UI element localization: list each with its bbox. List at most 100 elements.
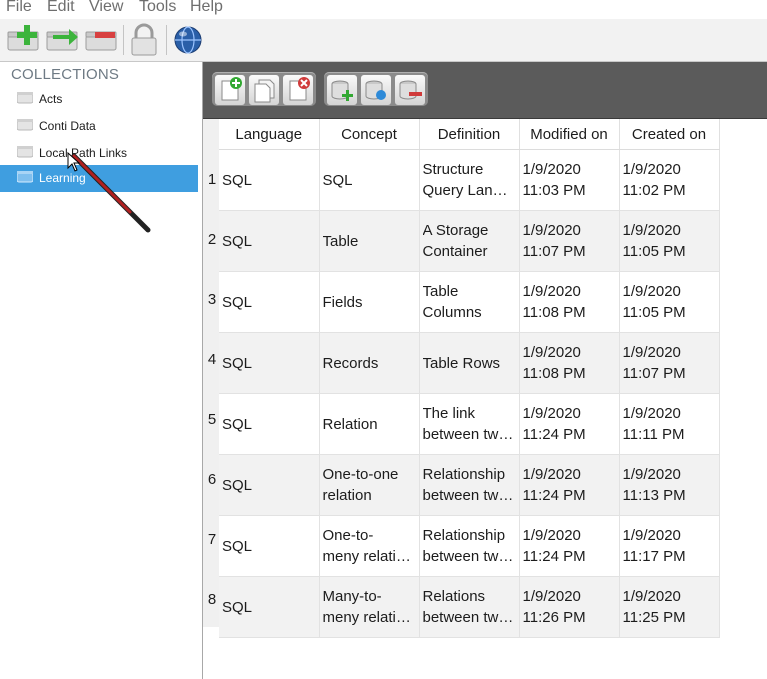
edit-field-icon xyxy=(365,80,386,100)
cell-language[interactable]: SQL xyxy=(219,210,320,272)
edit-field-button[interactable] xyxy=(360,74,392,106)
cell-language[interactable]: SQL xyxy=(219,393,320,455)
cell-definition[interactable]: Relationship between tw… xyxy=(419,454,520,516)
add-collection-button[interactable] xyxy=(6,23,42,57)
sidebar-item-acts[interactable]: Acts xyxy=(0,86,198,113)
cell-language[interactable]: SQL xyxy=(219,271,320,333)
cell-definition[interactable]: Relations between tw… xyxy=(419,576,520,638)
cell-modified-on[interactable]: 1/9/2020 11:03 PM xyxy=(519,149,620,211)
cell-language[interactable]: SQL xyxy=(219,332,320,394)
main-toolbar xyxy=(0,19,767,62)
add-field-button[interactable] xyxy=(326,74,358,106)
collection-icon xyxy=(17,92,33,104)
cell-definition[interactable]: A Storage Container xyxy=(419,210,520,272)
table-row[interactable]: SQL One-to-meny relati… Relationship betw… xyxy=(219,515,720,577)
copy-record-icon xyxy=(254,79,275,103)
remove-collection-button[interactable] xyxy=(84,23,120,57)
records-table: Language Concept Definition Modified on … xyxy=(219,119,720,638)
cell-modified-on[interactable]: 1/9/2020 11:24 PM xyxy=(519,515,620,577)
cell-modified-on[interactable]: 1/9/2020 11:08 PM xyxy=(519,271,620,333)
cell-concept[interactable]: One-to-meny relati… xyxy=(319,515,420,577)
menu-file[interactable]: File xyxy=(6,0,32,16)
menu-bar: File Edit View Tools Help xyxy=(0,0,767,19)
copy-record-button[interactable] xyxy=(248,74,280,106)
cell-language[interactable]: SQL xyxy=(219,515,320,577)
cell-created-on[interactable]: 1/9/2020 11:25 PM xyxy=(619,576,720,638)
table-row[interactable]: SQL Records Table Rows 1/9/2020 11:08 PM … xyxy=(219,332,720,394)
table-row[interactable]: SQL Many-to-meny relati… Relations betwee… xyxy=(219,576,720,638)
delete-record-button[interactable] xyxy=(282,74,314,106)
cell-created-on[interactable]: 1/9/2020 11:02 PM xyxy=(619,149,720,211)
menu-view[interactable]: View xyxy=(89,0,123,16)
toolbar-separator xyxy=(123,25,124,55)
column-header-created-on[interactable]: Created on xyxy=(619,119,720,150)
menu-edit[interactable]: Edit xyxy=(47,0,75,16)
lock-icon xyxy=(131,23,157,56)
table-row[interactable]: SQL Relation The link between tw… 1/9/202… xyxy=(219,393,720,455)
cell-concept[interactable]: Relation xyxy=(319,393,420,455)
row-number[interactable]: 3 xyxy=(205,291,219,308)
cell-concept[interactable]: Fields xyxy=(319,271,420,333)
row-number[interactable]: 6 xyxy=(205,471,219,488)
add-record-icon xyxy=(221,77,242,101)
cell-modified-on[interactable]: 1/9/2020 11:07 PM xyxy=(519,210,620,272)
row-number[interactable]: 4 xyxy=(205,351,219,368)
cell-modified-on[interactable]: 1/9/2020 11:08 PM xyxy=(519,332,620,394)
row-number[interactable]: 8 xyxy=(205,591,219,608)
cell-concept[interactable]: Records xyxy=(319,332,420,394)
sidebar-item-label: Conti Data xyxy=(39,119,96,133)
toolbar-separator xyxy=(166,25,167,55)
cell-created-on[interactable]: 1/9/2020 11:11 PM xyxy=(619,393,720,455)
cell-definition[interactable]: The link between tw… xyxy=(419,393,520,455)
record-button-group xyxy=(212,72,316,106)
table-row[interactable]: SQL One-to-one relation Relationship betwe… xyxy=(219,454,720,516)
mouse-cursor-icon xyxy=(67,152,81,172)
cell-modified-on[interactable]: 1/9/2020 11:24 PM xyxy=(519,393,620,455)
cell-created-on[interactable]: 1/9/2020 11:13 PM xyxy=(619,454,720,516)
cell-created-on[interactable]: 1/9/2020 11:17 PM xyxy=(619,515,720,577)
cell-concept[interactable]: Many-to-meny relati… xyxy=(319,576,420,638)
cell-created-on[interactable]: 1/9/2020 11:07 PM xyxy=(619,332,720,394)
row-number[interactable]: 5 xyxy=(205,411,219,428)
cell-definition[interactable]: Table Rows xyxy=(419,332,520,394)
row-number[interactable]: 1 xyxy=(205,171,219,188)
cell-created-on[interactable]: 1/9/2020 11:05 PM xyxy=(619,271,720,333)
grid-toolbar xyxy=(203,62,767,119)
collection-icon xyxy=(17,146,33,158)
cell-language[interactable]: SQL xyxy=(219,149,320,211)
remove-field-button[interactable] xyxy=(394,74,426,106)
cell-definition[interactable]: Table Columns xyxy=(419,271,520,333)
sidebar-item-conti-data[interactable]: Conti Data xyxy=(0,113,198,140)
collection-icon xyxy=(17,171,33,183)
delete-record-icon xyxy=(289,77,310,101)
menu-tools[interactable]: Tools xyxy=(139,0,176,16)
cell-created-on[interactable]: 1/9/2020 11:05 PM xyxy=(619,210,720,272)
cell-concept[interactable]: One-to-one relation xyxy=(319,454,420,516)
add-collection-icon xyxy=(7,25,39,51)
cell-definition[interactable]: Relationship between tw… xyxy=(419,515,520,577)
collections-header: COLLECTIONS xyxy=(11,66,120,83)
column-header-definition[interactable]: Definition xyxy=(419,119,520,150)
cell-language[interactable]: SQL xyxy=(219,576,320,638)
table-row[interactable]: SQL SQL Structure Query Lan… 1/9/2020 11:0… xyxy=(219,149,720,211)
add-record-button[interactable] xyxy=(214,74,246,106)
table-row[interactable]: SQL Table A Storage Container 1/9/2020 11:… xyxy=(219,210,720,272)
remove-field-icon xyxy=(399,80,422,100)
web-button[interactable] xyxy=(170,23,206,57)
column-header-language[interactable]: Language xyxy=(219,119,320,150)
row-number[interactable]: 7 xyxy=(205,531,219,548)
move-collection-button[interactable] xyxy=(45,23,81,57)
column-header-concept[interactable]: Concept xyxy=(319,119,420,150)
cell-concept[interactable]: SQL xyxy=(319,149,420,211)
row-number[interactable]: 2 xyxy=(205,231,219,248)
cell-language[interactable]: SQL xyxy=(219,454,320,516)
menu-help[interactable]: Help xyxy=(190,0,223,16)
cell-concept[interactable]: Table xyxy=(319,210,420,272)
cell-definition[interactable]: Structure Query Lan… xyxy=(419,149,520,211)
cell-modified-on[interactable]: 1/9/2020 11:24 PM xyxy=(519,454,620,516)
column-header-modified-on[interactable]: Modified on xyxy=(519,119,620,150)
table-row[interactable]: SQL Fields Table Columns 1/9/2020 11:08 PM… xyxy=(219,271,720,333)
lock-button[interactable] xyxy=(127,23,163,57)
cell-modified-on[interactable]: 1/9/2020 11:26 PM xyxy=(519,576,620,638)
move-collection-icon xyxy=(46,29,78,51)
